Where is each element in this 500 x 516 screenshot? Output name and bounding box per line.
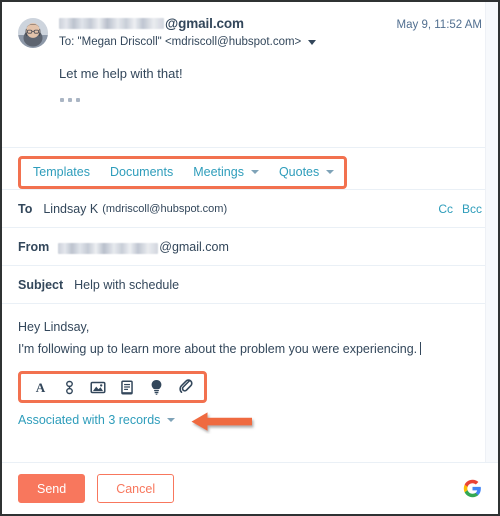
ellipsis-dot bbox=[76, 98, 80, 103]
ellipsis-dot bbox=[60, 98, 64, 103]
to-field-row[interactable]: To Lindsay K (mdriscoll@hubspot.com) Cc … bbox=[2, 190, 498, 227]
message-snippet: Let me help with that! bbox=[59, 66, 183, 81]
google-g-icon bbox=[463, 479, 482, 498]
ellipsis-dot bbox=[68, 98, 72, 103]
formatting-toolbar: A bbox=[2, 363, 498, 409]
tab-documents-label: Documents bbox=[109, 165, 174, 180]
subject-input[interactable]: Help with schedule bbox=[74, 278, 482, 292]
to-value[interactable]: Lindsay K (mdriscoll@hubspot.com) bbox=[43, 202, 438, 216]
left-arrow-annotation bbox=[190, 410, 262, 434]
cc-bcc-group: Cc Bcc bbox=[438, 202, 482, 216]
tab-templates-label: Templates bbox=[33, 165, 90, 180]
recipient-row[interactable]: To: "Megan Driscoll" <mdriscoll@hubspot.… bbox=[59, 36, 482, 48]
body-line-2: I'm following up to learn more about the… bbox=[18, 342, 418, 357]
to-label: To bbox=[18, 202, 33, 217]
recipient-text: To: "Megan Driscoll" <mdriscoll@hubspot.… bbox=[59, 36, 302, 48]
sender-domain: @gmail.com bbox=[165, 16, 244, 31]
body-line-2-wrap: I'm following up to learn more about the… bbox=[18, 339, 482, 361]
insert-toolbar: Templates Documents Meetings Quotes bbox=[2, 148, 498, 190]
redacted-sender-name bbox=[59, 18, 164, 29]
chevron-down-icon[interactable] bbox=[250, 170, 259, 175]
thread-header: @gmail.com May 9, 11:52 AM To: "Megan Dr… bbox=[2, 2, 498, 107]
from-field-row[interactable]: From @gmail.com bbox=[2, 228, 498, 265]
send-button[interactable]: Send bbox=[18, 474, 86, 503]
compose-footer: Send Cancel bbox=[2, 462, 498, 514]
tab-quotes-label: Quotes bbox=[278, 165, 320, 180]
ellipsis-icon[interactable] bbox=[59, 96, 81, 104]
font-format-icon[interactable]: A bbox=[27, 376, 53, 398]
tab-quotes[interactable]: Quotes bbox=[278, 165, 335, 180]
tab-templates[interactable]: Templates bbox=[33, 165, 90, 179]
svg-text:A: A bbox=[35, 380, 45, 395]
to-recipient-name: Lindsay K bbox=[43, 202, 99, 217]
associated-records-link[interactable]: Associated with 3 records bbox=[18, 413, 176, 428]
associated-records-label: Associated with 3 records bbox=[18, 413, 161, 428]
from-value[interactable]: @gmail.com bbox=[58, 240, 482, 254]
cancel-button[interactable]: Cancel bbox=[97, 474, 175, 503]
redacted-from-address bbox=[58, 242, 159, 254]
message-timestamp: May 9, 11:52 AM bbox=[396, 19, 482, 31]
paperclip-icon[interactable] bbox=[172, 376, 198, 398]
chevron-down-icon[interactable] bbox=[167, 418, 176, 423]
from-label: From bbox=[18, 240, 50, 255]
subject-field-row[interactable]: Subject Help with schedule bbox=[2, 266, 498, 303]
tab-meetings[interactable]: Meetings bbox=[193, 165, 259, 179]
avatar bbox=[18, 18, 48, 48]
vertical-scrollbar[interactable] bbox=[485, 2, 498, 472]
body-line-1: Hey Lindsay, bbox=[18, 320, 90, 335]
bcc-link[interactable]: Bcc bbox=[462, 202, 482, 216]
link-icon[interactable] bbox=[56, 376, 82, 398]
document-icon[interactable] bbox=[114, 376, 140, 398]
formatting-toolbar-highlight: A bbox=[18, 371, 207, 404]
text-cursor bbox=[420, 342, 422, 356]
cc-link[interactable]: Cc bbox=[438, 202, 453, 216]
to-recipient-email: (mdriscoll@hubspot.com) bbox=[102, 203, 228, 216]
email-compose-window: @gmail.com May 9, 11:52 AM To: "Megan Dr… bbox=[0, 0, 500, 516]
from-domain: @gmail.com bbox=[159, 240, 229, 255]
sender-address: @gmail.com bbox=[59, 16, 244, 31]
lightbulb-icon[interactable] bbox=[143, 376, 169, 398]
associated-records-row: Associated with 3 records bbox=[2, 409, 498, 438]
tab-meetings-label: Meetings bbox=[193, 165, 244, 180]
image-icon[interactable] bbox=[85, 376, 111, 398]
message-body-editor[interactable]: Hey Lindsay, I'm following up to learn m… bbox=[2, 304, 498, 363]
insert-toolbar-highlight: Templates Documents Meetings Quotes bbox=[18, 156, 348, 190]
chevron-down-icon[interactable] bbox=[326, 170, 335, 175]
chevron-down-icon[interactable] bbox=[308, 39, 317, 45]
subject-label: Subject bbox=[18, 278, 64, 293]
tab-documents[interactable]: Documents bbox=[110, 165, 173, 179]
